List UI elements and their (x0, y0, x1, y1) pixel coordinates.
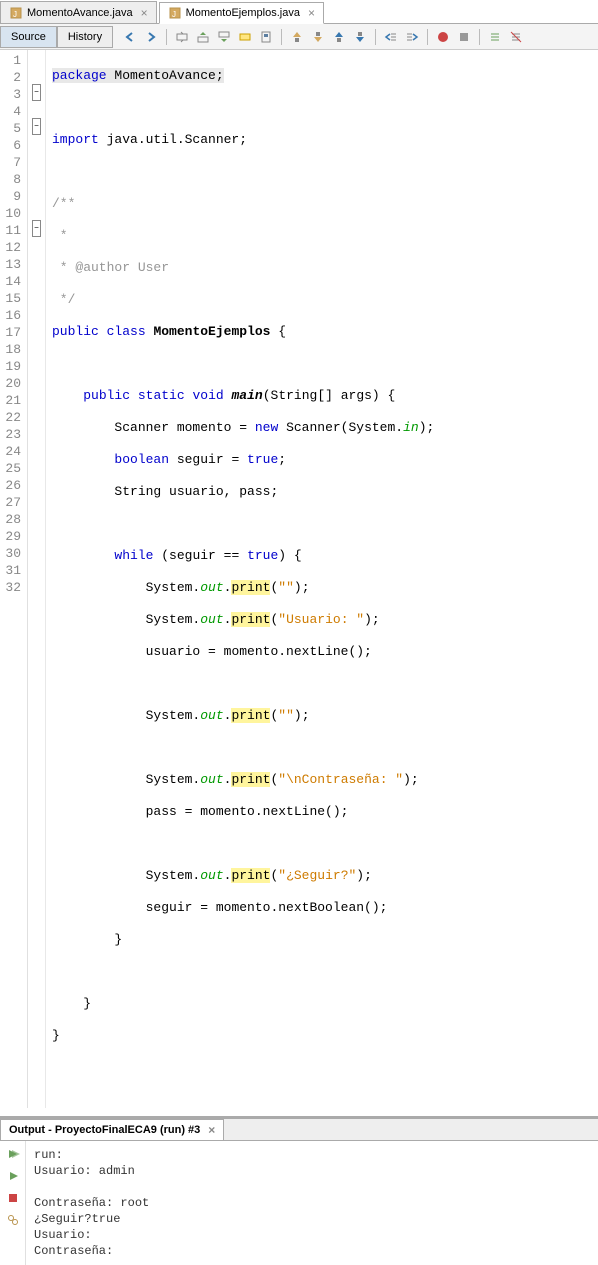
comment-icon[interactable] (486, 28, 504, 46)
find-next-icon[interactable] (215, 28, 233, 46)
tab-label: MomentoEjemplos.java (186, 7, 300, 19)
prev-bookmark-icon[interactable] (288, 28, 306, 46)
divider (166, 29, 167, 45)
nav-back-icon[interactable] (121, 28, 139, 46)
output-text[interactable]: run:Usuario: admin Contraseña: root¿Segu… (26, 1141, 598, 1265)
editor-toolbar: Source History (0, 24, 598, 50)
toggle-highlight-icon[interactable] (236, 28, 254, 46)
tab-file-2[interactable]: J MomentoEjemplos.java × (159, 2, 324, 24)
output-line: Contraseña: root (34, 1195, 590, 1211)
output-tab-bar: Output - ProyectoFinalECA9 (run) #3 × (0, 1119, 598, 1141)
output-title: Output - ProyectoFinalECA9 (run) #3 (9, 1124, 200, 1136)
output-line: ¿Seguir?true (34, 1211, 590, 1227)
output-line: Contraseña: (34, 1243, 590, 1259)
next-bookmark-icon[interactable] (309, 28, 327, 46)
output-line: Usuario: (34, 1227, 590, 1243)
output-line: Usuario: admin (34, 1163, 590, 1179)
output-controls (0, 1141, 26, 1265)
close-icon[interactable]: × (308, 6, 315, 20)
shift-left-icon[interactable] (382, 28, 400, 46)
settings-icon[interactable] (4, 1211, 22, 1229)
tab-history[interactable]: History (57, 26, 113, 48)
code-editor[interactable]: 1234567891011121314151617181920212223242… (0, 50, 598, 1108)
prev-error-icon[interactable] (330, 28, 348, 46)
java-file-icon: J (9, 6, 23, 20)
output-line (34, 1179, 590, 1195)
toolbar-buttons (121, 28, 525, 46)
code-area[interactable]: package MomentoAvance; import java.util.… (46, 50, 598, 1108)
fold-toggle-icon[interactable]: − (32, 220, 41, 237)
find-prev-icon[interactable] (194, 28, 212, 46)
shift-right-icon[interactable] (403, 28, 421, 46)
run-icon[interactable] (4, 1167, 22, 1185)
fold-toggle-icon[interactable]: − (32, 118, 41, 135)
divider (281, 29, 282, 45)
java-file-icon: J (168, 6, 182, 20)
nav-forward-icon[interactable] (142, 28, 160, 46)
output-body: run:Usuario: admin Contraseña: root¿Segu… (0, 1141, 598, 1265)
svg-text:J: J (172, 10, 176, 19)
macro-record-icon[interactable] (434, 28, 452, 46)
uncomment-icon[interactable] (507, 28, 525, 46)
fold-toggle-icon[interactable]: − (32, 84, 41, 101)
svg-text:J: J (13, 10, 17, 19)
file-tabs: J MomentoAvance.java × J MomentoEjemplos… (0, 0, 598, 24)
tab-file-1[interactable]: J MomentoAvance.java × (0, 1, 157, 23)
line-gutter: 1234567891011121314151617181920212223242… (0, 50, 28, 1108)
output-panel: Output - ProyectoFinalECA9 (run) #3 × ru… (0, 1116, 598, 1265)
tab-source[interactable]: Source (0, 26, 57, 48)
divider (375, 29, 376, 45)
stop-icon[interactable] (4, 1189, 22, 1207)
next-error-icon[interactable] (351, 28, 369, 46)
find-selection-icon[interactable] (173, 28, 191, 46)
close-icon[interactable]: × (208, 1123, 215, 1137)
fold-column: − − − (28, 50, 46, 1108)
close-icon[interactable]: × (141, 6, 148, 20)
tab-label: MomentoAvance.java (27, 7, 133, 19)
divider (427, 29, 428, 45)
macro-stop-icon[interactable] (455, 28, 473, 46)
output-line: run: (34, 1147, 590, 1163)
output-tab[interactable]: Output - ProyectoFinalECA9 (run) #3 × (0, 1119, 224, 1140)
toggle-bookmark-icon[interactable] (257, 28, 275, 46)
rerun-icon[interactable] (4, 1145, 22, 1163)
divider (479, 29, 480, 45)
